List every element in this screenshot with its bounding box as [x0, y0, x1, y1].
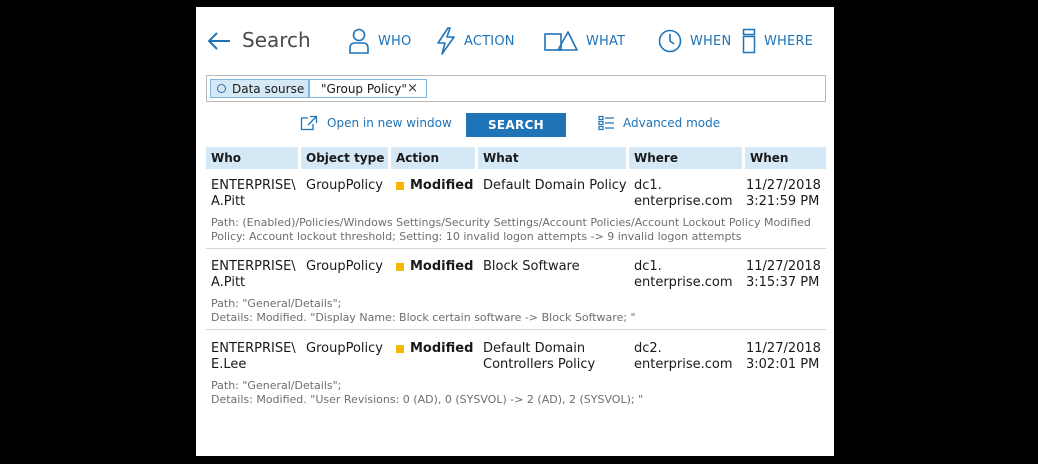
- lightning-icon: [437, 27, 455, 55]
- nav-where[interactable]: WHERE: [742, 25, 813, 57]
- column-header-when[interactable]: When: [745, 147, 826, 169]
- cell-action: Modified: [396, 259, 473, 275]
- cell-where: dc2. enterprise.com: [634, 341, 733, 372]
- row-details: Path: "General/Details"; Details: Modifi…: [211, 379, 644, 406]
- cell-where: dc1. enterprise.com: [634, 178, 733, 209]
- modified-marker-icon: [396, 345, 404, 353]
- search-button[interactable]: SEARCH: [466, 113, 566, 137]
- list-settings-icon: [598, 115, 614, 131]
- cell-what: Block Software: [483, 259, 580, 274]
- cell-action: Modified: [396, 178, 473, 194]
- nav-who[interactable]: WHO: [348, 25, 411, 57]
- nav-action[interactable]: ACTION: [436, 25, 515, 57]
- cell-object-type: GroupPolicy: [306, 178, 383, 193]
- column-header-action[interactable]: Action: [391, 147, 475, 169]
- open-new-window-link[interactable]: Open in new window: [300, 115, 452, 131]
- clock-icon: [658, 29, 682, 53]
- nav-when-label: WHEN: [690, 33, 732, 49]
- cell-where: dc1. enterprise.com: [634, 259, 733, 290]
- cell-who: ENTERPRISE\ E.Lee: [211, 341, 296, 372]
- column-header-what[interactable]: What: [478, 147, 626, 169]
- filter-chip-source[interactable]: Data sourse: [210, 79, 309, 98]
- table-row[interactable]: ENTERPRISE\ A.Pitt GroupPolicy Modified …: [206, 178, 826, 244]
- remove-filter-icon[interactable]: ×: [407, 81, 418, 96]
- page-title: Search: [242, 28, 311, 52]
- nav-what-label: WHAT: [586, 33, 626, 49]
- cell-object-type: GroupPolicy: [306, 341, 383, 356]
- nav-action-label: ACTION: [464, 33, 515, 49]
- nav-who-label: WHO: [378, 33, 412, 49]
- nav-when[interactable]: WHEN: [658, 25, 731, 57]
- cell-action: Modified: [396, 341, 473, 357]
- cell-when: 11/27/2018 3:15:37 PM: [746, 259, 821, 290]
- back-button[interactable]: [206, 29, 232, 53]
- nav-where-label: WHERE: [764, 33, 814, 49]
- external-link-icon: [300, 115, 318, 131]
- row-details: Path: (Enabled)/Policies/Windows Setting…: [211, 216, 811, 243]
- modified-marker-icon: [396, 182, 404, 190]
- cell-what: Default Domain Controllers Policy: [483, 341, 596, 372]
- cell-who: ENTERPRISE\ A.Pitt: [211, 259, 296, 290]
- server-icon: [742, 28, 756, 54]
- search-panel: Search WHO ACTION WHAT WHEN WHERE Data s…: [196, 7, 834, 456]
- cell-when: 11/27/2018 3:02:01 PM: [746, 341, 821, 372]
- filter-chip-value-label: "Group Policy": [321, 81, 407, 96]
- top-nav: Search WHO ACTION WHAT WHEN WHERE: [206, 25, 826, 57]
- cell-who: ENTERPRISE\ A.Pitt: [211, 178, 296, 209]
- table-row[interactable]: ENTERPRISE\ E.Lee GroupPolicy Modified D…: [206, 341, 826, 407]
- shapes-icon: [544, 31, 578, 51]
- row-details: Path: "General/Details"; Details: Modifi…: [211, 297, 636, 324]
- filter-chip-value[interactable]: "Group Policy" ×: [309, 79, 427, 98]
- cell-when: 11/27/2018 3:21:59 PM: [746, 178, 821, 209]
- arrow-left-icon: [207, 32, 230, 50]
- open-new-window-label: Open in new window: [327, 116, 452, 130]
- table-row[interactable]: ENTERPRISE\ A.Pitt GroupPolicy Modified …: [206, 259, 826, 325]
- radio-circle-icon: [217, 84, 226, 93]
- row-divider: [206, 248, 826, 249]
- search-filter-bar[interactable]: Data sourse "Group Policy" ×: [206, 75, 826, 102]
- person-icon: [349, 28, 369, 54]
- column-header-who[interactable]: Who: [206, 147, 298, 169]
- advanced-mode-link[interactable]: Advanced mode: [598, 115, 720, 131]
- column-header-where[interactable]: Where: [629, 147, 742, 169]
- advanced-mode-label: Advanced mode: [623, 116, 721, 130]
- modified-marker-icon: [396, 263, 404, 271]
- cell-what: Default Domain Policy: [483, 178, 627, 193]
- action-row: Open in new window SEARCH Advanced mode: [196, 111, 834, 137]
- nav-what[interactable]: WHAT: [544, 25, 625, 57]
- results-table-header: Who Object type Action What Where When: [206, 147, 826, 169]
- cell-object-type: GroupPolicy: [306, 259, 383, 274]
- column-header-object-type[interactable]: Object type: [301, 147, 388, 169]
- row-divider: [206, 329, 826, 330]
- filter-chip-source-label: Data sourse: [232, 81, 305, 96]
